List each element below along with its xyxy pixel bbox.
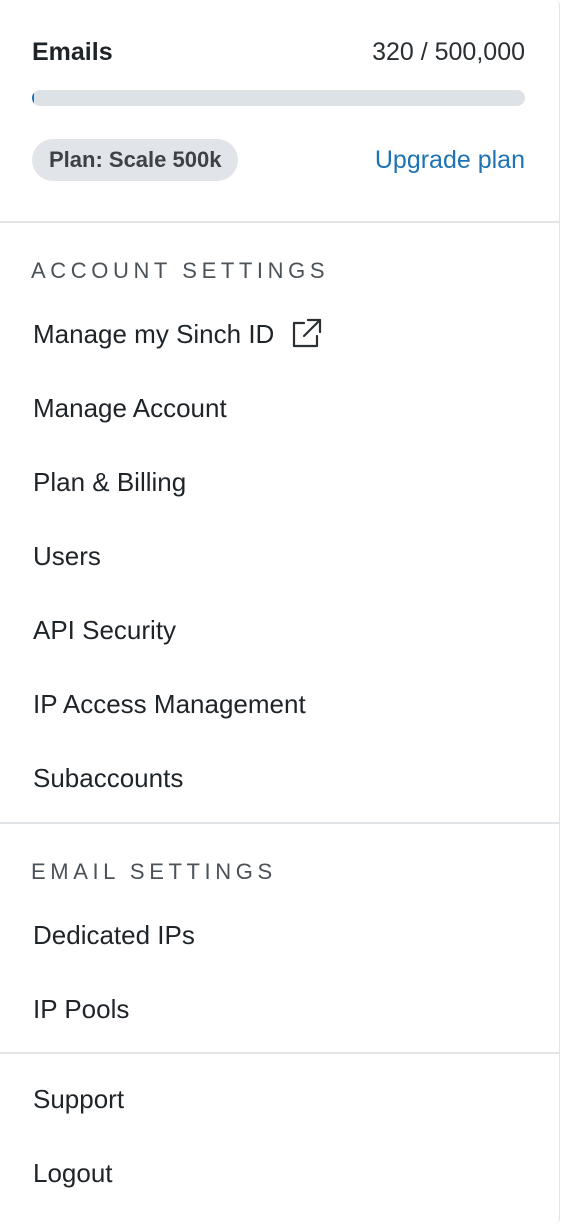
menu-item-label: Dedicated IPs <box>33 919 195 950</box>
account-dropdown-menu: Emails 320 / 500,000 Plan: Scale 500k Up… <box>0 0 560 1224</box>
email-settings-section: EMAIL SETTINGS Dedicated IPs IP Pools <box>0 824 559 1054</box>
usage-title: Emails <box>32 37 113 66</box>
menu-item-label: IP Access Management <box>33 688 306 719</box>
menu-item-manage-sinch-id[interactable]: Manage my Sinch ID <box>0 297 559 371</box>
menu-item-label: IP Pools <box>33 993 130 1024</box>
menu-item-manage-account[interactable]: Manage Account <box>0 371 559 445</box>
menu-item-users[interactable]: Users <box>0 519 559 593</box>
usage-summary: Emails 320 / 500,000 Plan: Scale 500k Up… <box>0 0 559 223</box>
menu-item-subaccounts[interactable]: Subaccounts <box>0 741 559 815</box>
menu-item-label: Users <box>33 540 101 571</box>
menu-item-label: Logout <box>33 1157 113 1188</box>
menu-item-label: API Security <box>33 614 177 645</box>
usage-progress-bar <box>32 90 525 106</box>
menu-item-ip-access-management[interactable]: IP Access Management <box>0 667 559 741</box>
plan-row: Plan: Scale 500k Upgrade plan <box>32 139 525 181</box>
menu-item-plan-billing[interactable]: Plan & Billing <box>0 445 559 519</box>
usage-count: 320 / 500,000 <box>372 37 525 66</box>
menu-item-label: Plan & Billing <box>33 466 187 497</box>
footer-menu-section: Support Logout <box>0 1054 559 1216</box>
menu-item-logout[interactable]: Logout <box>0 1136 559 1210</box>
usage-progress-fill <box>32 90 34 106</box>
menu-item-dedicated-ips[interactable]: Dedicated IPs <box>0 898 559 972</box>
menu-item-api-security[interactable]: API Security <box>0 593 559 667</box>
external-link-icon <box>289 317 323 351</box>
menu-item-label: Manage my Sinch ID <box>33 318 275 349</box>
menu-item-label: Support <box>33 1083 125 1114</box>
account-settings-section: ACCOUNT SETTINGS Manage my Sinch ID Mana… <box>0 223 559 824</box>
usage-header: Emails 320 / 500,000 <box>32 36 525 68</box>
plan-badge: Plan: Scale 500k <box>32 139 239 181</box>
upgrade-plan-link[interactable]: Upgrade plan <box>375 146 525 175</box>
menu-item-ip-pools[interactable]: IP Pools <box>0 972 559 1046</box>
menu-item-label: Subaccounts <box>33 762 184 793</box>
menu-item-label: Manage Account <box>33 392 227 423</box>
menu-item-support[interactable]: Support <box>0 1062 559 1136</box>
section-title-email-settings: EMAIL SETTINGS <box>31 859 277 884</box>
section-title-account-settings: ACCOUNT SETTINGS <box>31 258 330 283</box>
